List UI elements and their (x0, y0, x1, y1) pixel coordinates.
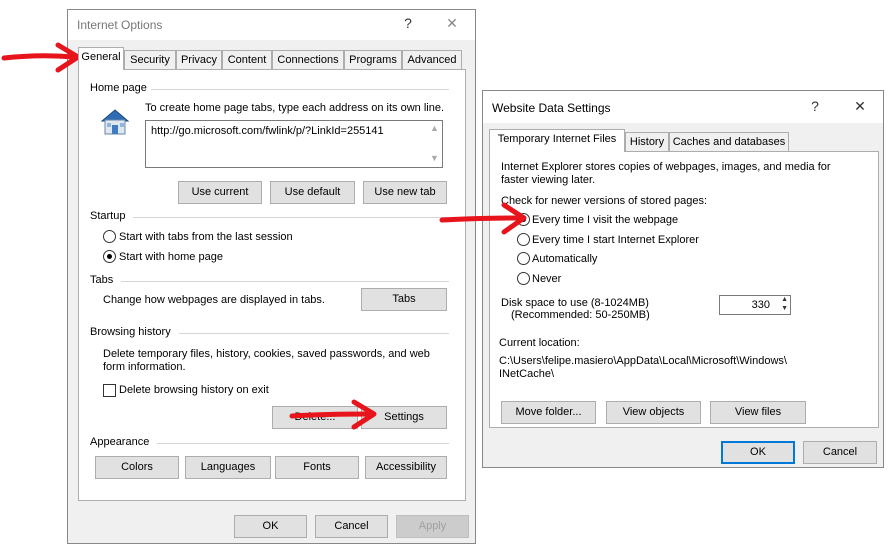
temporary-files-panel: Internet Explorer stores copies of webpa… (489, 151, 879, 428)
tab-label: Programs (349, 54, 397, 66)
browsing-history-label: Browsing history (90, 326, 175, 338)
check-option-label: Automatically (532, 253, 598, 265)
use-default-button[interactable]: Use default (270, 181, 355, 204)
arrow-annotation-icon (289, 399, 377, 430)
tab-label: Caches and databases (672, 136, 786, 148)
website-data-titlebar: Website Data Settings ? ✕ (483, 91, 883, 123)
automatically-radio[interactable] (517, 252, 530, 265)
disk-space-spinbox[interactable]: 330 ▲ ▼ (719, 295, 791, 315)
startup-option-label: Start with home page (119, 251, 223, 263)
check-option-label: Every time I start Internet Explorer (532, 234, 699, 246)
home-page-url-field[interactable]: http://go.microsoft.com/fwlink/p/?LinkId… (145, 120, 443, 168)
tab-general[interactable]: General (78, 47, 124, 70)
tab-history[interactable]: History (625, 132, 669, 152)
tab-label: Temporary Internet Files (497, 133, 617, 145)
scroll-up-icon[interactable]: ▲ (430, 123, 439, 133)
languages-button[interactable]: Languages (185, 456, 271, 479)
help-button[interactable]: ? (805, 98, 825, 114)
use-new-tab-button[interactable]: Use new tab (363, 181, 447, 204)
website-data-settings-dialog: Website Data Settings ? ✕ Temporary Inte… (482, 90, 884, 468)
move-folder-button[interactable]: Move folder... (501, 401, 596, 424)
tab-privacy[interactable]: Privacy (176, 50, 222, 70)
disk-space-label: Disk space to use (8-1024MB) (501, 297, 649, 309)
spin-down-icon[interactable]: ▼ (781, 305, 788, 312)
view-objects-button[interactable]: View objects (606, 401, 701, 424)
tabs-description: Change how webpages are displayed in tab… (103, 294, 325, 306)
accessibility-button[interactable]: Accessibility (365, 456, 447, 479)
fonts-button[interactable]: Fonts (275, 456, 359, 479)
browsing-history-description: Delete temporary files, history, cookies… (103, 348, 430, 373)
tab-temporary-internet-files[interactable]: Temporary Internet Files (489, 129, 625, 152)
tab-label: Privacy (180, 54, 218, 66)
spin-up-icon[interactable]: ▲ (781, 296, 788, 303)
divider (151, 89, 449, 90)
arrow-annotation-icon (439, 202, 527, 235)
tab-programs[interactable]: Programs (344, 50, 402, 70)
delete-on-exit-checkbox[interactable] (103, 384, 116, 397)
current-location-path-cont: INetCache\ (499, 368, 555, 380)
tab-label: Advanced (407, 54, 457, 66)
divider (133, 217, 449, 218)
cancel-button[interactable]: Cancel (315, 515, 388, 538)
delete-on-exit-label: Delete browsing history on exit (119, 384, 269, 396)
temporary-files-description: Internet Explorer stores copies of webpa… (501, 161, 831, 186)
tab-label: General (81, 51, 121, 63)
disk-recommended-label: (Recommended: 50-250MB) (511, 309, 650, 321)
tab-security[interactable]: Security (124, 50, 176, 70)
tab-caches-and-databases[interactable]: Caches and databases (669, 132, 789, 152)
startup-last-session-radio[interactable] (103, 230, 116, 243)
dialog-title: Website Data Settings (492, 101, 611, 115)
view-files-button[interactable]: View files (710, 401, 806, 424)
scroll-down-icon[interactable]: ▼ (430, 153, 439, 163)
arrow-annotation-icon (1, 42, 81, 73)
check-option-label: Never (532, 273, 562, 285)
close-button[interactable]: ✕ (442, 15, 462, 32)
divider (157, 443, 449, 444)
ok-button[interactable]: OK (721, 441, 795, 464)
home-page-description: To create home page tabs, type each addr… (145, 102, 445, 114)
apply-button[interactable]: Apply (396, 515, 469, 538)
tab-label: Security (130, 54, 170, 66)
never-radio[interactable] (517, 272, 530, 285)
tabs-section-label: Tabs (90, 274, 118, 286)
general-tab-panel: Home page To create home page tabs, type… (78, 69, 466, 501)
tab-label: Connections (277, 54, 339, 66)
divider (179, 333, 449, 334)
current-location-label: Current location: (499, 337, 580, 349)
internet-options-titlebar: Internet Options ? ✕ (68, 10, 475, 40)
startup-label: Startup (90, 210, 130, 222)
disk-space-value: 330 (751, 299, 770, 311)
dialog-title: Internet Options (77, 18, 163, 32)
tabs-button[interactable]: Tabs (361, 288, 447, 311)
current-location-path: C:\Users\felipe.masiero\AppData\Local\Mi… (499, 355, 787, 367)
tab-connections[interactable]: Connections (272, 50, 344, 70)
tab-label: Content (227, 54, 267, 66)
home-page-label: Home page (90, 82, 151, 94)
startup-option-label: Start with tabs from the last session (119, 231, 293, 243)
tab-label: History (629, 136, 665, 148)
internet-options-dialog: Internet Options ? ✕ General Security Pr… (67, 9, 476, 544)
home-page-url: http://go.microsoft.com/fwlink/p/?LinkId… (151, 125, 384, 137)
close-button[interactable]: ✕ (850, 98, 870, 115)
house-icon (99, 107, 131, 137)
appearance-label: Appearance (90, 436, 154, 448)
colors-button[interactable]: Colors (95, 456, 179, 479)
help-button[interactable]: ? (398, 15, 418, 31)
check-option-label: Every time I visit the webpage (532, 214, 679, 226)
startup-home-page-radio[interactable] (103, 250, 116, 263)
use-current-button[interactable]: Use current (178, 181, 262, 204)
divider (121, 281, 449, 282)
tab-advanced[interactable]: Advanced (402, 50, 462, 70)
tab-content[interactable]: Content (222, 50, 272, 70)
cancel-button[interactable]: Cancel (803, 441, 877, 464)
ok-button[interactable]: OK (234, 515, 307, 538)
